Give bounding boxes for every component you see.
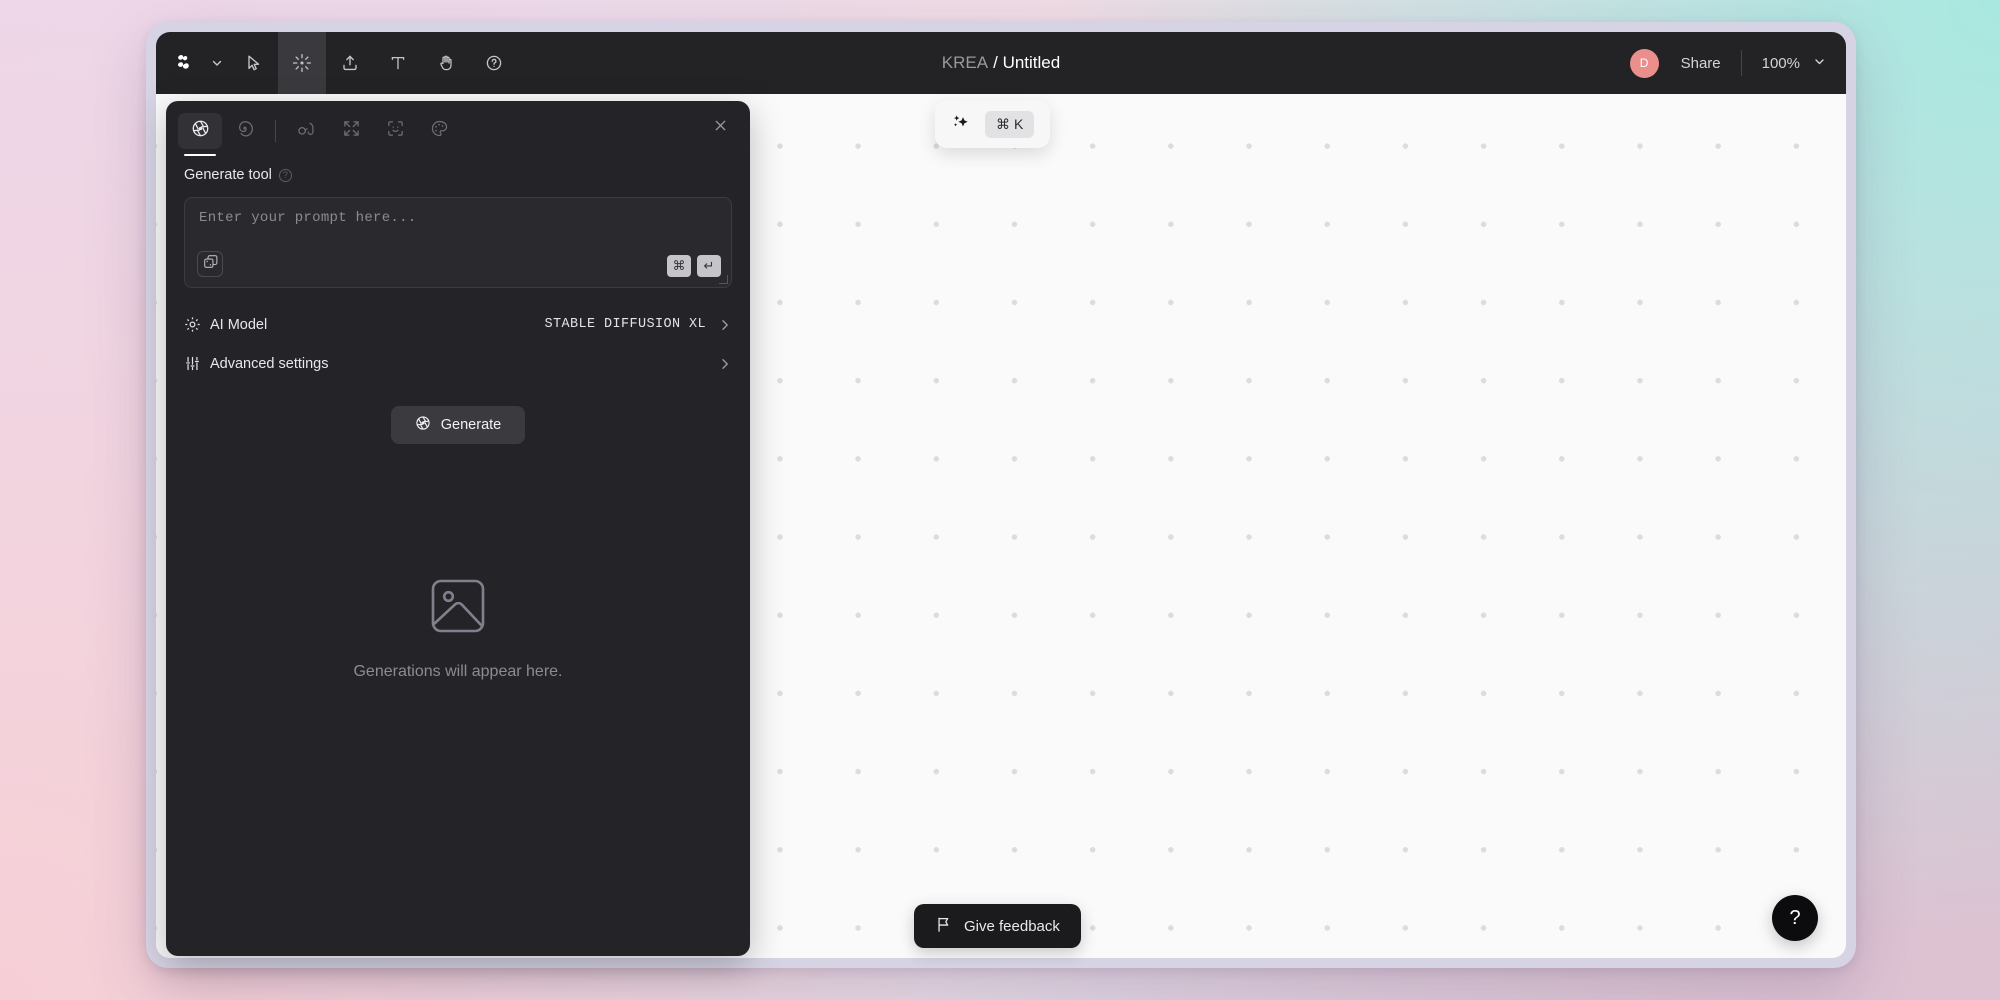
command-palette-hint[interactable]: ⌘ K bbox=[935, 100, 1051, 148]
panel-heading-label: Generate tool bbox=[184, 167, 272, 183]
chevron-right-icon[interactable] bbox=[706, 318, 732, 332]
aperture-icon bbox=[415, 415, 431, 435]
face-scan-icon bbox=[386, 119, 405, 143]
spiral-icon bbox=[235, 119, 254, 143]
ai-model-label: AI Model bbox=[210, 316, 268, 333]
brand-chevron-down-icon[interactable] bbox=[204, 32, 230, 94]
command-k-shortcut: ⌘ K bbox=[985, 110, 1035, 138]
top-toolbar: KREA / Untitled D Share 100% bbox=[156, 32, 1846, 94]
sparkle-burst-icon bbox=[292, 53, 312, 73]
shortcut-key: K bbox=[1014, 116, 1024, 132]
ai-model-value: STABLE DIFFUSION XL bbox=[544, 317, 706, 332]
sparkles-icon bbox=[951, 112, 971, 137]
title-document-name: Untitled bbox=[1002, 53, 1061, 72]
topbar-right-controls: D Share 100% bbox=[1629, 32, 1826, 94]
prompt-placeholder: Enter your prompt here... bbox=[199, 210, 417, 226]
krea-logo-icon[interactable] bbox=[166, 32, 204, 94]
share-button[interactable]: Share bbox=[1659, 55, 1741, 72]
tab-generate[interactable] bbox=[178, 113, 222, 156]
key-command[interactable]: ⌘ bbox=[667, 255, 691, 277]
tab-realtime[interactable] bbox=[285, 113, 329, 149]
text-icon bbox=[389, 54, 407, 72]
chevron-right-icon[interactable] bbox=[706, 357, 732, 371]
close-panel-button[interactable] bbox=[706, 114, 734, 142]
gear-icon bbox=[184, 316, 210, 333]
tab-face[interactable] bbox=[373, 113, 417, 149]
randomize-prompt-button[interactable] bbox=[197, 251, 223, 277]
advanced-settings-row[interactable]: Advanced settings bbox=[184, 344, 732, 383]
hand-tool-button[interactable] bbox=[422, 32, 470, 94]
key-enter[interactable]: ↵ bbox=[697, 255, 721, 277]
tab-style[interactable] bbox=[417, 113, 461, 149]
give-feedback-button[interactable]: Give feedback bbox=[914, 904, 1081, 948]
sliders-icon bbox=[184, 355, 210, 372]
question-mark-icon: ? bbox=[1789, 906, 1801, 929]
question-circle-icon bbox=[485, 54, 503, 72]
dice-icon bbox=[203, 254, 218, 274]
close-icon bbox=[713, 118, 728, 138]
image-placeholder-icon bbox=[428, 576, 488, 641]
tab-upscale[interactable] bbox=[329, 113, 373, 149]
panel-tab-divider bbox=[275, 120, 276, 142]
generate-button-label: Generate bbox=[440, 417, 502, 433]
tab-enhance[interactable] bbox=[222, 113, 266, 149]
title-document: / Untitled bbox=[993, 53, 1060, 73]
generate-button-wrapper: Generate bbox=[166, 406, 750, 444]
flag-icon bbox=[935, 916, 952, 937]
zoom-level-label: 100% bbox=[1761, 54, 1800, 72]
help-tool-button[interactable] bbox=[470, 32, 518, 94]
aperture-icon bbox=[191, 119, 210, 143]
help-fab-button[interactable]: ? bbox=[1772, 895, 1818, 941]
upload-tool-button[interactable] bbox=[326, 32, 374, 94]
question-circle-icon[interactable]: ? bbox=[278, 168, 292, 182]
give-feedback-label: Give feedback bbox=[964, 917, 1060, 935]
zoom-control[interactable]: 100% bbox=[1742, 55, 1826, 72]
panel-heading: Generate tool ? bbox=[166, 153, 750, 183]
prompt-input-container[interactable]: Enter your prompt here... ⌘ ↵ bbox=[184, 197, 732, 288]
generate-button[interactable]: Generate bbox=[390, 406, 526, 444]
advanced-settings-label: Advanced settings bbox=[210, 355, 329, 372]
title-separator: / bbox=[993, 53, 998, 72]
avatar[interactable]: D bbox=[1629, 48, 1659, 78]
upload-icon bbox=[341, 54, 359, 72]
palette-icon bbox=[430, 119, 449, 143]
hand-icon bbox=[437, 54, 455, 72]
tool-group bbox=[156, 32, 518, 94]
panel-tab-bar bbox=[166, 109, 750, 156]
select-tool-button[interactable] bbox=[230, 32, 278, 94]
chevron-down-icon[interactable] bbox=[1813, 55, 1826, 72]
title-brand: KREA bbox=[941, 53, 989, 72]
submit-shortcut-keys[interactable]: ⌘ ↵ bbox=[667, 255, 721, 277]
expand-icon bbox=[342, 119, 361, 143]
generations-empty-state: Generations will appear here. bbox=[166, 576, 750, 681]
generate-tool-button[interactable] bbox=[278, 32, 326, 94]
shortcut-modifier: ⌘ bbox=[996, 115, 1010, 132]
generate-panel: Generate tool ? Enter your prompt here..… bbox=[166, 101, 750, 956]
ai-model-row[interactable]: AI Model STABLE DIFFUSION XL bbox=[184, 305, 732, 344]
glasses-icon bbox=[297, 119, 317, 144]
prompt-resize-handle[interactable] bbox=[719, 275, 728, 284]
cursor-icon bbox=[245, 54, 263, 72]
empty-state-message: Generations will appear here. bbox=[353, 663, 563, 680]
text-tool-button[interactable] bbox=[374, 32, 422, 94]
